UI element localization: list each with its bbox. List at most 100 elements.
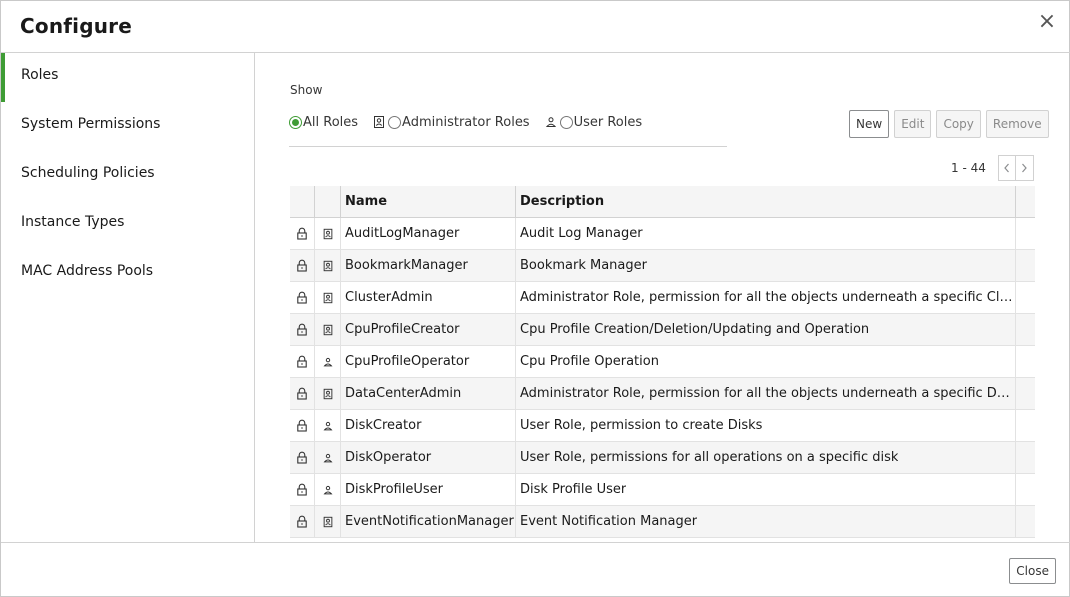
table-row[interactable]: DiskOperator User Role, permissions for a… bbox=[290, 442, 1035, 474]
remove-button[interactable]: Remove bbox=[985, 110, 1049, 138]
sidebar-item-roles[interactable]: Roles bbox=[1, 53, 254, 102]
sidebar-item-system-permissions[interactable]: System Permissions bbox=[1, 102, 254, 151]
lock-icon bbox=[297, 419, 307, 432]
table-row[interactable]: DiskProfileUser Disk Profile User bbox=[290, 474, 1035, 506]
role-description: Cpu Profile Operation bbox=[520, 354, 659, 369]
role-description-cell: Event Notification Manager bbox=[516, 506, 1016, 537]
role-description-cell: Disk Profile User bbox=[516, 474, 1016, 505]
lock-cell bbox=[290, 506, 315, 537]
description-column-header[interactable]: Description bbox=[516, 186, 1016, 217]
sidebar-item-scheduling-policies[interactable]: Scheduling Policies bbox=[1, 151, 254, 200]
extra-cell bbox=[1016, 410, 1035, 441]
all-roles-option[interactable]: All Roles bbox=[289, 115, 358, 130]
role-name-cell: BookmarkManager bbox=[341, 250, 516, 281]
role-type-cell bbox=[315, 346, 341, 377]
administrator-roles-label: Administrator Roles bbox=[402, 114, 530, 130]
all-roles-radio[interactable] bbox=[289, 115, 302, 129]
administrator-roles-option[interactable]: Administrator Roles bbox=[372, 115, 530, 130]
filter-divider bbox=[289, 146, 727, 147]
admin-role-icon bbox=[323, 324, 332, 335]
role-description: Administrator Role, permission for all t… bbox=[520, 386, 1015, 401]
admin-role-icon bbox=[323, 388, 332, 399]
role-name: EventNotificationManager bbox=[345, 514, 514, 529]
administrator-roles-radio[interactable] bbox=[388, 115, 402, 129]
lock-cell bbox=[290, 442, 315, 473]
extra-cell bbox=[1016, 442, 1035, 473]
table-row[interactable]: CpuProfileOperator Cpu Profile Operation bbox=[290, 346, 1035, 378]
role-name-cell: AuditLogManager bbox=[341, 218, 516, 249]
lock-cell bbox=[290, 378, 315, 409]
lock-icon bbox=[297, 387, 307, 400]
lock-cell bbox=[290, 410, 315, 441]
role-type-cell bbox=[315, 506, 341, 537]
lock-icon bbox=[297, 323, 307, 336]
role-name: DiskCreator bbox=[345, 418, 422, 433]
name-column-header[interactable]: Name bbox=[341, 186, 516, 217]
table-row[interactable]: DiskCreator User Role, permission to crea… bbox=[290, 410, 1035, 442]
table-row[interactable]: DataCenterAdmin Administrator Role, permi… bbox=[290, 378, 1035, 410]
edit-button[interactable]: Edit bbox=[894, 110, 932, 138]
pagination: 1 - 44 bbox=[951, 155, 1034, 181]
type-column-header bbox=[315, 186, 341, 217]
prev-page-button[interactable] bbox=[997, 155, 1016, 181]
sidebar-item-mac-address-pools[interactable]: MAC Address Pools bbox=[1, 249, 254, 298]
role-type-cell bbox=[315, 442, 341, 473]
table-row[interactable]: EventNotificationManager Event Notificati… bbox=[290, 506, 1035, 538]
close-button[interactable]: Close bbox=[1009, 558, 1056, 584]
sidebar-item-instance-types[interactable]: Instance Types bbox=[1, 200, 254, 249]
admin-role-icon bbox=[374, 116, 385, 128]
role-name: CpuProfileOperator bbox=[345, 354, 470, 369]
role-name-cell: DiskProfileUser bbox=[341, 474, 516, 505]
role-name: ClusterAdmin bbox=[345, 290, 433, 305]
admin-role-icon bbox=[323, 292, 332, 303]
admin-role-icon bbox=[323, 228, 332, 239]
role-name: DataCenterAdmin bbox=[345, 386, 462, 401]
role-type-cell bbox=[315, 282, 341, 313]
dialog-header: Configure × bbox=[1, 1, 1070, 53]
lock-icon bbox=[297, 483, 307, 496]
table-row[interactable]: ClusterAdmin Administrator Role, permissi… bbox=[290, 282, 1035, 314]
lock-column-header bbox=[290, 186, 315, 217]
next-page-button[interactable] bbox=[1015, 155, 1034, 181]
extra-cell bbox=[1016, 314, 1035, 345]
role-type-cell bbox=[315, 474, 341, 505]
lock-cell bbox=[290, 474, 315, 505]
close-icon[interactable]: × bbox=[1037, 11, 1057, 33]
role-name: DiskOperator bbox=[345, 450, 432, 465]
user-role-icon bbox=[323, 453, 332, 462]
chevron-right-icon bbox=[1022, 163, 1028, 173]
lock-icon bbox=[297, 451, 307, 464]
role-description-cell: Audit Log Manager bbox=[516, 218, 1016, 249]
role-name-cell: EventNotificationManager bbox=[341, 506, 516, 537]
extra-cell bbox=[1016, 282, 1035, 313]
role-name-cell: CpuProfileCreator bbox=[341, 314, 516, 345]
user-roles-option[interactable]: User Roles bbox=[544, 114, 643, 130]
extra-cell bbox=[1016, 346, 1035, 377]
role-name-cell: ClusterAdmin bbox=[341, 282, 516, 313]
user-role-icon bbox=[323, 485, 332, 494]
new-button[interactable]: New bbox=[849, 110, 890, 138]
table-row[interactable]: BookmarkManager Bookmark Manager bbox=[290, 250, 1035, 282]
table-header: Name Description bbox=[290, 186, 1035, 218]
role-description: Disk Profile User bbox=[520, 482, 627, 497]
dialog-title: Configure bbox=[20, 14, 132, 38]
role-name: CpuProfileCreator bbox=[345, 322, 460, 337]
dialog-footer: Close bbox=[1, 542, 1070, 597]
role-name-cell: DiskCreator bbox=[341, 410, 516, 441]
user-roles-radio[interactable] bbox=[559, 115, 573, 129]
page-range: 1 - 44 bbox=[951, 161, 986, 175]
role-filter: All Roles Administrator Roles User Roles bbox=[289, 112, 656, 132]
chevron-left-icon bbox=[1004, 163, 1009, 173]
copy-button[interactable]: Copy bbox=[936, 110, 981, 138]
lock-icon bbox=[297, 515, 307, 528]
role-description: User Role, permission to create Disks bbox=[520, 418, 763, 433]
role-name-cell: DiskOperator bbox=[341, 442, 516, 473]
lock-cell bbox=[290, 250, 315, 281]
lock-cell bbox=[290, 346, 315, 377]
table-row[interactable]: CpuProfileCreator Cpu Profile Creation/De… bbox=[290, 314, 1035, 346]
extra-cell bbox=[1016, 218, 1035, 249]
roles-table: Name Description AuditLogManager Audit Lo… bbox=[290, 186, 1035, 538]
table-row[interactable]: AuditLogManager Audit Log Manager bbox=[290, 218, 1035, 250]
role-description-cell: Administrator Role, permission for all t… bbox=[516, 378, 1016, 409]
user-roles-label: User Roles bbox=[573, 114, 643, 130]
